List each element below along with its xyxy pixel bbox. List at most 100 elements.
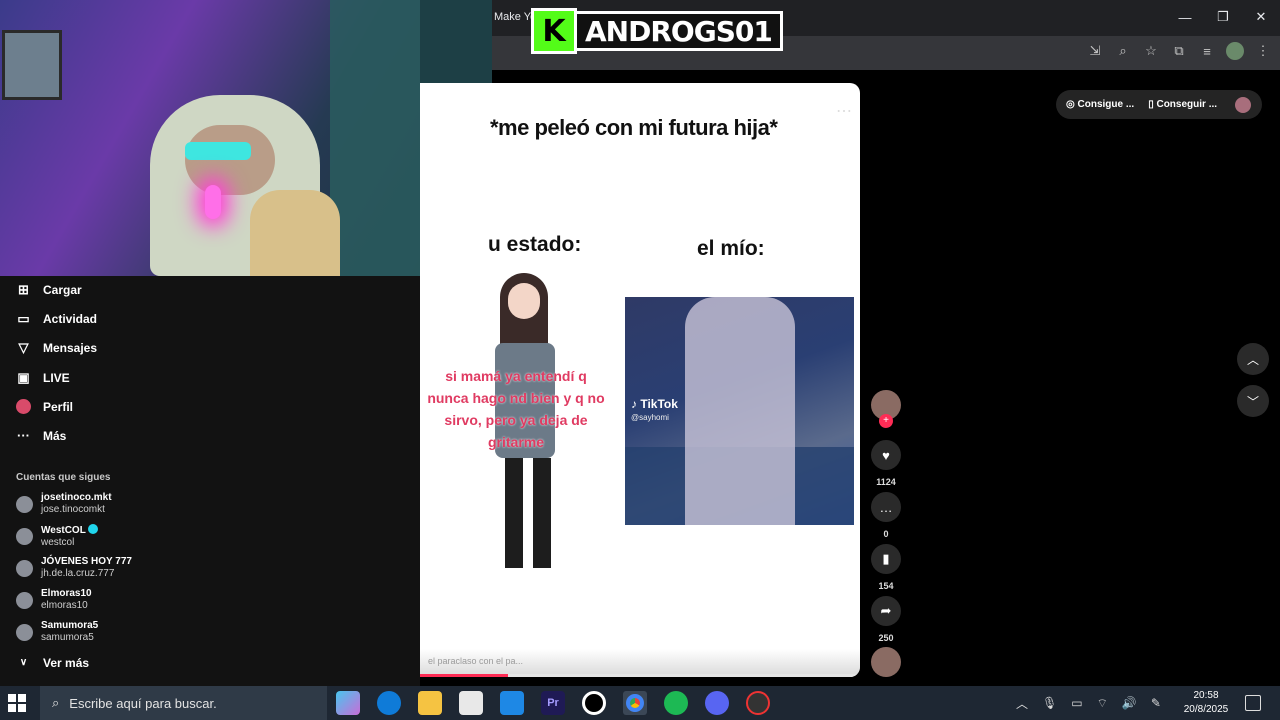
menu-kebab-icon[interactable]: ⋮ [1254, 42, 1272, 60]
overlay-pink-text: si mamá ya entendí q nunca hago nd bien … [427, 368, 605, 450]
video-caption-left: u estado: [488, 233, 582, 256]
sidebar-item-label: Cargar [43, 282, 82, 297]
clock-time: 20:58 [1193, 690, 1219, 701]
discord-icon[interactable] [705, 691, 729, 715]
see-more-button[interactable]: ∨ Ver más [16, 655, 89, 670]
account-handle: samumora5 [41, 632, 94, 643]
share-count: 250 [878, 633, 894, 643]
edge-icon[interactable] [377, 691, 401, 715]
file-explorer-icon[interactable] [418, 691, 442, 715]
sidebar-item-mensajes[interactable]: ▽ Mensajes [16, 340, 98, 355]
get-coins-button[interactable]: ◎ Consigue ... [1066, 99, 1134, 110]
tiktok-label: TikTok [640, 397, 678, 411]
store-icon[interactable] [459, 691, 483, 715]
system-tray: ︿ 🎙 ▭ ⌔ 🔊 ✎ [1016, 686, 1161, 720]
copilot-icon[interactable] [336, 691, 360, 715]
zoom-icon[interactable]: ⌕ [1114, 42, 1132, 60]
browser-tab[interactable]: Make Yo [494, 11, 536, 23]
pinned-apps: Pr [336, 691, 770, 715]
profile-avatar-icon[interactable] [1226, 42, 1244, 60]
wifi-icon[interactable]: ⌔ [1097, 696, 1108, 711]
get-app-button[interactable]: ▯ Conseguir ... [1148, 99, 1217, 110]
chrome-icon[interactable] [623, 691, 647, 715]
like-count: 1124 [876, 477, 896, 487]
obs-record-icon[interactable] [582, 691, 606, 715]
volume-icon[interactable]: 🔊 [1122, 696, 1137, 710]
capcut-watermark: ⋯ [836, 103, 852, 120]
sidebar-item-label: Más [43, 428, 67, 443]
followed-account[interactable]: Elmoras10 elmoras10 [16, 588, 92, 612]
music-disc-button[interactable] [871, 647, 901, 677]
window-controls: — ❐ ✕ [1166, 0, 1280, 34]
maximize-button[interactable]: ❐ [1204, 0, 1242, 34]
sidebar-item-live[interactable]: ▣ LIVE [16, 369, 70, 385]
sidebar-item-actividad[interactable]: ▭ Actividad [16, 311, 97, 326]
chevron-down-icon: ﹀ [1246, 394, 1259, 409]
extensions-icon[interactable]: ⧉ [1170, 42, 1188, 60]
music-disc-icon [871, 647, 901, 677]
creator-avatar-button[interactable]: + [871, 390, 901, 428]
video-caption-right: el mío: [697, 237, 765, 260]
save-count: 154 [878, 581, 894, 591]
minimize-button[interactable]: — [1166, 0, 1204, 34]
next-video-button[interactable]: ﹀ [1237, 385, 1269, 417]
sidebar-item-cargar[interactable]: ⊞ Cargar [16, 282, 82, 297]
activity-icon: ▭ [17, 310, 30, 326]
account-name: Samumora5 [41, 620, 99, 631]
previous-video-button[interactable]: ︿ [1237, 343, 1269, 375]
webcam-overlay [0, 0, 492, 276]
like-action: ♥ 1124 [871, 440, 901, 487]
followed-account[interactable]: josetinoco.mkt jose.tinocomkt [16, 492, 112, 516]
pen-icon[interactable]: ✎ [1151, 696, 1161, 710]
bookmark-icon[interactable]: ▮ [871, 544, 901, 574]
glow-stick [205, 185, 221, 219]
sidebar-item-label: Actividad [43, 311, 98, 326]
microphone-icon[interactable]: 🎙 [1042, 696, 1057, 710]
follow-plus-icon[interactable]: + [879, 414, 893, 428]
heart-icon[interactable]: ♥ [871, 440, 901, 470]
dancer-face [508, 283, 540, 319]
share-action: ➦ 250 [871, 596, 901, 643]
live-tv-icon: ▣ [17, 369, 30, 385]
see-more-label: Ver más [43, 655, 90, 670]
account-handle: elmoras10 [41, 600, 88, 611]
video-caption-top: *me peleó con mi futura hija* [490, 115, 778, 140]
top-actions-pill: ◎ Consigue ... ▯ Conseguir ... [1056, 90, 1262, 119]
followed-account[interactable]: WestCOL westcol [16, 524, 98, 549]
account-name: Elmoras10 [41, 588, 92, 599]
close-button[interactable]: ✕ [1242, 0, 1280, 34]
followed-account[interactable]: Samumora5 samumora5 [16, 620, 98, 644]
kick-logo-icon: K [531, 8, 577, 54]
notification-icon[interactable] [1245, 695, 1261, 711]
search-icon: ⌕ [52, 695, 60, 710]
mail-icon[interactable] [500, 691, 524, 715]
bookmark-star-icon[interactable]: ☆ [1142, 42, 1160, 60]
comment-icon[interactable]: … [871, 492, 901, 522]
user-avatar[interactable] [1235, 96, 1252, 113]
kick-brand-overlay: K ANDROGS01 [531, 8, 783, 54]
windows-start-icon[interactable] [8, 694, 26, 712]
get-app-label: Conseguir ... [1156, 99, 1218, 110]
streamer-face [185, 125, 275, 195]
taskbar-search[interactable]: ⌕ Escribe aquí para buscar. [40, 686, 327, 720]
battery-icon[interactable]: ▭ [1071, 696, 1082, 710]
premiere-icon[interactable]: Pr [541, 691, 565, 715]
windows-taskbar: ⌕ Escribe aquí para buscar. Pr ︿ 🎙 ▭ ⌔ 🔊… [0, 686, 1280, 720]
video-player[interactable]: ⋯ *me peleó con mi futura hija* u estado… [420, 83, 860, 677]
chevron-up-icon[interactable]: ︿ [1016, 695, 1028, 712]
install-app-icon[interactable]: ⇲ [1086, 42, 1104, 60]
sidebar-item-label: LIVE [43, 370, 70, 385]
wall-picture [2, 30, 62, 100]
share-arrow-icon[interactable]: ➦ [871, 596, 901, 626]
avatar [16, 623, 33, 641]
sidebar-item-mas[interactable]: ··· Más [16, 428, 66, 443]
app-icon[interactable] [746, 691, 770, 715]
clock[interactable]: 20:58 20/8/2025 [1180, 689, 1232, 717]
account-handle: jh.de.la.cruz.777 [41, 568, 115, 579]
media-control-icon[interactable]: ≡ [1198, 42, 1216, 60]
chevron-down-icon: ∨ [19, 657, 28, 668]
sidebar-item-perfil[interactable]: Perfil [16, 399, 73, 414]
followed-account[interactable]: JÓVENES HOY 777 jh.de.la.cruz.777 [16, 556, 132, 580]
spotify-icon[interactable] [664, 691, 688, 715]
account-name: JÓVENES HOY 777 [41, 556, 132, 567]
